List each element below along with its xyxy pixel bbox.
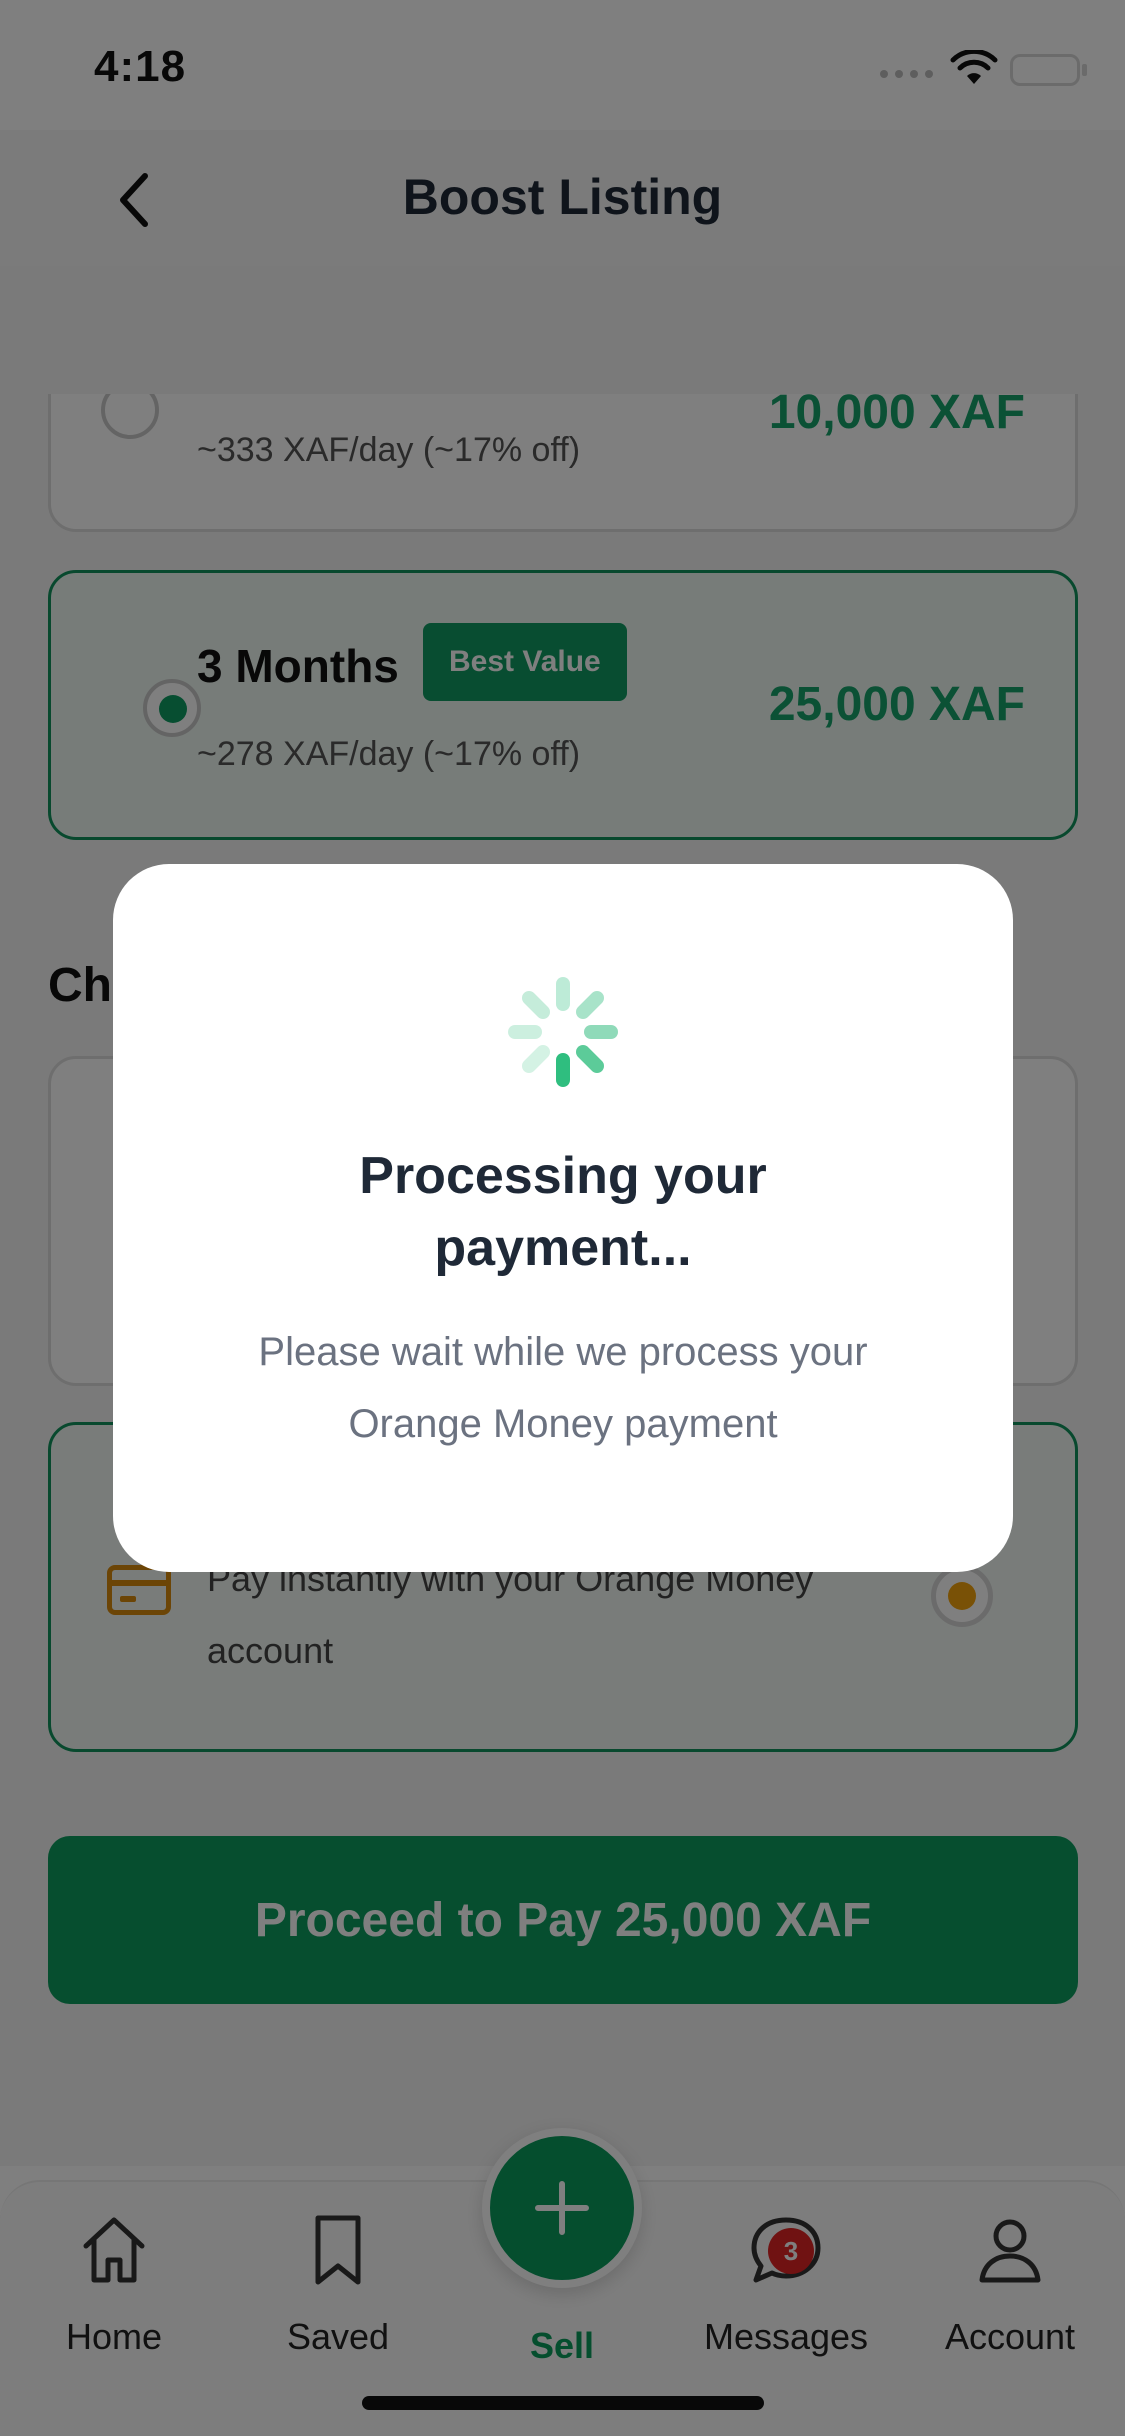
loading-spinner-icon <box>508 977 618 1087</box>
modal-message: Please wait while we process your Orange… <box>258 1330 868 1446</box>
processing-modal: Processing your payment... Please wait w… <box>113 864 1013 1572</box>
boost-listing-screen: 4:18 Boost Listing ~333 XAF/day (~17% of… <box>0 0 1125 2436</box>
modal-title: Processing your payment... <box>359 1147 767 1277</box>
